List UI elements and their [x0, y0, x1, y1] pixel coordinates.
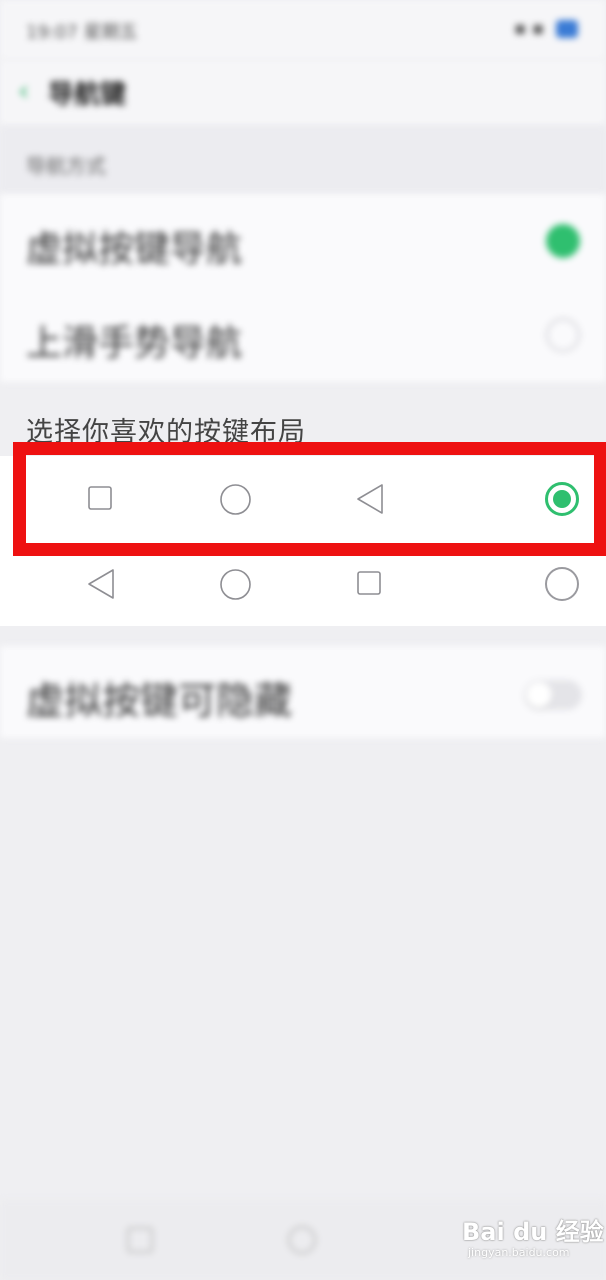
- square-icon[interactable]: [124, 1224, 156, 1256]
- section-header-label: 导航方式: [26, 154, 106, 178]
- battery-icon: [556, 20, 578, 38]
- radio-unchecked-icon[interactable]: [545, 567, 579, 601]
- radio-unchecked-icon[interactable]: [546, 318, 580, 352]
- nav-option-label: 虚拟按键导航: [26, 229, 243, 270]
- baidu-watermark-url: jingyan.baidu.com: [468, 1246, 570, 1259]
- key-layout-list: [0, 456, 606, 626]
- triangle-left-icon: [88, 569, 114, 599]
- circle-icon: [220, 484, 251, 515]
- nav-option-swipe-gestures[interactable]: 上滑手势导航: [0, 288, 606, 382]
- page-title: 导航键: [48, 80, 127, 110]
- radio-checked-icon[interactable]: [546, 224, 580, 258]
- section-header-navigation-mode: 导航方式: [0, 126, 606, 194]
- hideable-keys-row[interactable]: 虚拟按键可隐藏: [0, 646, 606, 738]
- square-icon: [88, 486, 112, 510]
- radio-checked-icon[interactable]: [545, 482, 579, 516]
- hideable-keys-label: 虚拟按键可隐藏: [26, 679, 293, 723]
- signal-icon: ▪ ▪: [514, 18, 545, 39]
- chevron-left-icon[interactable]: ‹: [18, 74, 29, 107]
- hideable-keys-toggle[interactable]: [524, 680, 582, 710]
- nav-option-label: 上滑手势导航: [26, 323, 243, 364]
- circle-icon: [220, 569, 251, 600]
- circle-icon[interactable]: [286, 1224, 318, 1256]
- status-bar: 19:07 星期五 ▪ ▪: [0, 0, 606, 60]
- status-time: 19:07 星期五: [26, 22, 138, 43]
- navigation-mode-list: 虚拟按键导航 上滑手势导航: [0, 194, 606, 382]
- status-icons: ▪ ▪: [514, 18, 578, 39]
- baidu-watermark-logo: Bai du 经验: [462, 1218, 604, 1246]
- square-icon: [357, 571, 381, 595]
- nav-option-virtual-keys[interactable]: 虚拟按键导航: [0, 194, 606, 288]
- layout-section-label: 选择你喜欢的按键布局: [26, 417, 306, 448]
- app-bar: ‹ 导航键: [0, 60, 606, 126]
- toggle-knob: [526, 682, 552, 708]
- triangle-left-icon: [357, 484, 383, 514]
- key-layout-row-2[interactable]: [0, 541, 606, 626]
- key-layout-row-1[interactable]: [0, 456, 606, 541]
